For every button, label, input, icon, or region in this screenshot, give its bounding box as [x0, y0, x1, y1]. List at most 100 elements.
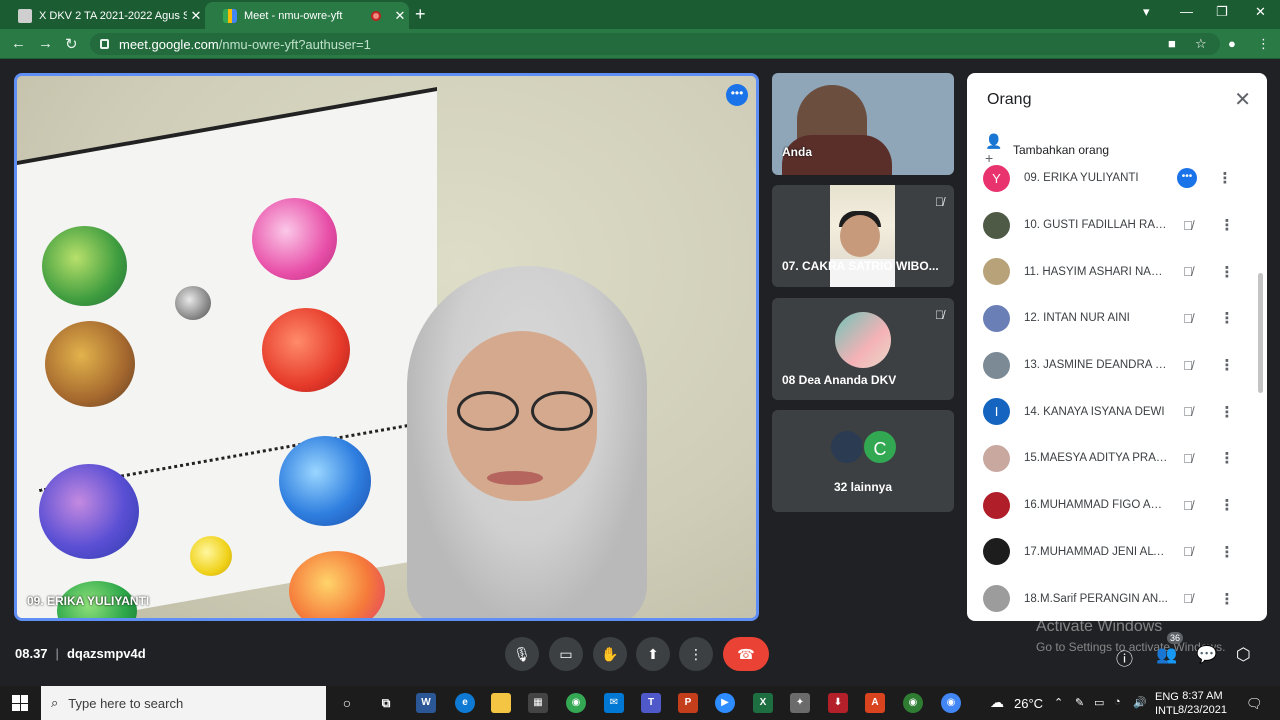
tile-more-options-button[interactable]: •••	[726, 84, 748, 106]
back-icon[interactable]: ←	[11, 35, 26, 52]
browser-tab-meet[interactable]: Meet - nmu-owre-yft ✕	[205, 2, 409, 29]
mic-off-icon[interactable]: 🎙̸	[1177, 358, 1199, 373]
mic-off-icon[interactable]: 🎙̸	[1177, 218, 1199, 233]
participant-more-icon[interactable]: ⋮	[1217, 309, 1237, 327]
taskbar-clock[interactable]: 8:37 AM 8/23/2021	[1178, 689, 1227, 717]
participant-more-icon[interactable]: ⋮	[1217, 449, 1237, 467]
mic-off-icon[interactable]: 🎙̸	[1177, 451, 1199, 466]
participant-more-icon[interactable]: ⋮	[1217, 590, 1237, 608]
minimize-button[interactable]: —	[1180, 4, 1193, 19]
store-icon[interactable]: ▦	[528, 693, 548, 713]
url-field[interactable]: meet.google.com/nmu-owre-yft?authuser=1	[90, 33, 1220, 55]
app-icon[interactable]: ✦	[790, 693, 810, 713]
camera-in-use-icon[interactable]: ■	[1168, 36, 1176, 51]
people-icon[interactable]: 👥	[1156, 645, 1177, 665]
acrobat-icon[interactable]: A	[865, 693, 885, 713]
task-view-icon[interactable]: ⧉	[376, 693, 396, 713]
participant-row[interactable]: Y 09. ERIKA YULIYANTI ••• ⋮	[967, 155, 1267, 202]
mail-icon[interactable]: ✉	[604, 693, 624, 713]
tray-chevron-icon[interactable]: ⌃	[1054, 696, 1063, 709]
zoom-icon[interactable]: ▶	[715, 693, 735, 713]
mic-off-icon[interactable]: 🎙̸	[1177, 591, 1199, 606]
self-video-tile[interactable]: Anda	[772, 73, 954, 175]
mic-off-icon[interactable]: 🎙̸	[1177, 311, 1199, 326]
tab-close-icon[interactable]: ✕	[187, 8, 205, 24]
participant-more-icon[interactable]: ⋮	[1217, 263, 1237, 281]
participant-more-icon[interactable]: ⋮	[1217, 496, 1237, 514]
clock-date: 8/23/2021	[1178, 704, 1227, 716]
battery-icon[interactable]: ▭	[1094, 696, 1104, 709]
more-options-button[interactable]: ⋮	[679, 637, 713, 671]
close-window-button[interactable]: ✕	[1255, 4, 1266, 20]
teams-icon[interactable]: T	[641, 693, 661, 713]
people-panel: Orang ✕ 👤+ Tambahkan orang Y 09. ERIKA YU…	[967, 73, 1267, 621]
close-icon[interactable]: ✕	[1234, 87, 1251, 112]
participant-tile-dea[interactable]: 🎙̸ 08 Dea Ananda DKV	[772, 298, 954, 400]
maximize-button[interactable]: ❐	[1216, 4, 1228, 20]
participant-tile-cakra[interactable]: 🎙̸ 07. CAKRA SATRIO WIBO...	[772, 185, 954, 287]
participant-row[interactable]: 13. JASMINE DEANDRA P... 🎙̸ ⋮	[967, 342, 1267, 389]
participant-row[interactable]: 11. HASYIM ASHARI NASR... 🎙̸ ⋮	[967, 248, 1267, 295]
chrome-profile-icon[interactable]: ◉	[941, 693, 961, 713]
leave-call-button[interactable]: ☎	[723, 637, 769, 671]
forward-icon[interactable]: →	[38, 35, 53, 52]
wifi-icon[interactable]: ◔	[1114, 696, 1121, 708]
raise-hand-button[interactable]: ✋	[593, 637, 627, 671]
participant-more-icon[interactable]: ⋮	[1217, 356, 1237, 374]
windows-start-icon[interactable]	[12, 695, 28, 711]
others-tile[interactable]: C 32 lainnya	[772, 410, 954, 512]
mic-off-icon: 🎙̸	[935, 195, 944, 209]
pen-icon[interactable]: ✎	[1075, 696, 1084, 709]
scrollbar[interactable]	[1258, 273, 1263, 393]
mic-off-icon[interactable]: 🎙̸	[1177, 264, 1199, 279]
browser-tab-classroom[interactable]: X DKV 2 TA 2021-2022 Agus Sriy ✕	[0, 2, 205, 29]
classroom-favicon-icon	[18, 8, 32, 23]
cortana-icon[interactable]: ○	[337, 693, 357, 713]
participant-row[interactable]: 18.M.Sarif PERANGIN AN... 🎙̸ ⋮	[967, 575, 1267, 621]
language-indicator[interactable]: ENG INTL	[1155, 690, 1179, 718]
participant-more-icon[interactable]: ⋮	[1217, 216, 1237, 234]
taskbar-search[interactable]: ⌕ Type here to search	[41, 686, 326, 720]
activities-icon[interactable]: ⬡	[1236, 645, 1251, 665]
participant-more-icon[interactable]: ⋮	[1215, 169, 1235, 187]
new-tab-button[interactable]: +	[415, 4, 426, 25]
present-screen-button[interactable]: ⬆	[636, 637, 670, 671]
mic-off-icon[interactable]: 🎙̸	[1177, 404, 1199, 419]
edge-icon[interactable]: e	[455, 693, 475, 713]
speaking-indicator-icon[interactable]: •••	[1177, 168, 1197, 189]
excel-icon[interactable]: X	[753, 693, 773, 713]
powerpoint-icon[interactable]: P	[678, 693, 698, 713]
tab-close-icon[interactable]: ✕	[391, 8, 409, 24]
mic-off-icon[interactable]: 🎙̸	[1177, 498, 1199, 513]
participant-row[interactable]: 16.MUHAMMAD FIGO AR'... 🎙̸ ⋮	[967, 482, 1267, 529]
profile-dropdown-icon[interactable]: ▾	[1143, 4, 1150, 20]
participant-row[interactable]: 10. GUSTI FADILLAH RAH... 🎙̸ ⋮	[967, 202, 1267, 249]
participant-row[interactable]: I 14. KANAYA ISYANA DEWI 🎙̸ ⋮	[967, 388, 1267, 435]
participant-more-icon[interactable]: ⋮	[1217, 403, 1237, 421]
main-video-tile[interactable]: ••• 09. ERIKA YULIYANTI	[14, 73, 759, 621]
browser-menu-icon[interactable]: ⋮	[1257, 36, 1270, 52]
participant-row[interactable]: 17.MUHAMMAD JENI ALV... 🎙̸ ⋮	[967, 529, 1267, 576]
meeting-code[interactable]: dqazsmpv4d	[67, 646, 146, 661]
file-explorer-icon[interactable]	[491, 693, 511, 713]
microphone-button[interactable]: 🎙	[505, 637, 539, 671]
participant-row[interactable]: 15.MAESYA ADITYA PRADI... 🎙̸ ⋮	[967, 435, 1267, 482]
download-manager-icon[interactable]: ⬇	[828, 693, 848, 713]
reload-icon[interactable]: ↻	[65, 35, 78, 53]
mic-off-icon[interactable]: 🎙̸	[1177, 544, 1199, 559]
weather-icon[interactable]: ☁	[990, 694, 1004, 711]
volume-icon[interactable]: 🔊	[1133, 696, 1147, 709]
photo-head	[840, 215, 880, 257]
meeting-details-icon[interactable]: ⓘ	[1116, 645, 1133, 670]
chrome-active-icon[interactable]: ◉	[903, 693, 923, 713]
chat-icon[interactable]: 💬	[1196, 645, 1217, 665]
bookmark-star-icon[interactable]: ☆	[1195, 36, 1207, 52]
profile-icon[interactable]: ●	[1228, 36, 1236, 51]
chrome-icon[interactable]: ◉	[566, 693, 586, 713]
temperature[interactable]: 26°C	[1014, 696, 1043, 711]
word-icon[interactable]: W	[416, 693, 436, 713]
camera-button[interactable]: ▭	[549, 637, 583, 671]
participant-row[interactable]: 12. INTAN NUR AINI 🎙̸ ⋮	[967, 295, 1267, 342]
notifications-icon[interactable]: 🗨	[1246, 696, 1263, 712]
participant-more-icon[interactable]: ⋮	[1217, 543, 1237, 561]
